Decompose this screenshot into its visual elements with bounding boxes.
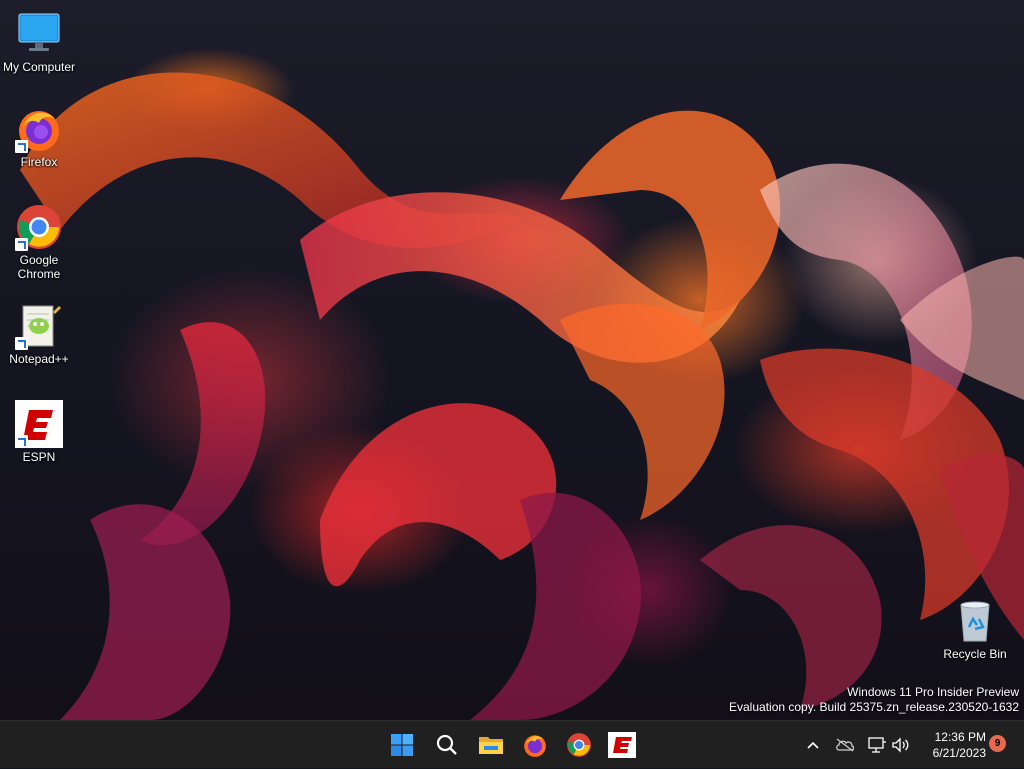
desktop-icon-firefox[interactable]: Firefox <box>1 105 77 169</box>
desktop-icon-label: Recycle Bin <box>943 647 1007 661</box>
clock[interactable]: 12:36 PM 6/21/2023 <box>933 729 986 761</box>
shortcut-arrow-icon <box>15 435 28 448</box>
wallpaper <box>20 72 1024 720</box>
recycle-bin-icon <box>951 597 999 645</box>
file-explorer-icon <box>479 737 503 754</box>
espn-icon <box>608 732 636 758</box>
desktop: My Computer Firefox Google Chrome Notepa… <box>0 0 1024 720</box>
shortcut-arrow-icon <box>15 337 28 350</box>
start-icon <box>391 734 413 756</box>
shortcut-arrow-icon <box>15 238 28 251</box>
desktop-icon-label: Notepad++ <box>9 352 69 366</box>
volume-icon <box>892 737 909 753</box>
start-button[interactable] <box>384 727 420 763</box>
shortcut-arrow-icon <box>15 140 28 153</box>
clock-date: 6/21/2023 <box>932 746 986 760</box>
volume-tray-button[interactable] <box>889 721 913 769</box>
taskbar-search-button[interactable] <box>429 727 465 763</box>
onedrive-tray-button[interactable] <box>832 721 858 769</box>
desktop-icon-recycle-bin[interactable]: Recycle Bin <box>937 597 1013 661</box>
taskbar-firefox[interactable] <box>517 727 553 763</box>
desktop-icon-label: ESPN <box>22 450 56 464</box>
firefox-icon <box>524 735 546 757</box>
windows-watermark: Windows 11 Pro Insider Preview Evaluatio… <box>729 685 1019 715</box>
watermark-line-1: Windows 11 Pro Insider Preview <box>847 685 1019 699</box>
desktop-icon-label: Firefox <box>20 155 58 169</box>
desktop-icon-notepadpp[interactable]: Notepad++ <box>1 302 77 366</box>
network-tray-button[interactable] <box>864 721 890 769</box>
notepadpp-icon <box>15 302 63 350</box>
notification-badge[interactable]: 9 <box>989 735 1006 752</box>
watermark-line-2: Evaluation copy. Build 25375.zn_release.… <box>729 700 1019 714</box>
monitor-icon <box>15 10 63 58</box>
taskbar-file-explorer[interactable] <box>473 727 509 763</box>
desktop-icon-chrome[interactable]: Google Chrome <box>1 203 77 281</box>
chrome-icon <box>15 203 63 251</box>
onedrive-icon <box>836 738 855 752</box>
espn-icon <box>15 400 63 448</box>
taskbar-chrome[interactable] <box>561 727 597 763</box>
desktop-icon-espn[interactable]: ESPN <box>1 400 77 464</box>
search-icon <box>436 734 457 755</box>
show-hidden-icons-button[interactable] <box>801 721 825 769</box>
desktop-icon-label: My Computer <box>2 60 76 74</box>
network-icon <box>868 737 886 753</box>
firefox-icon <box>15 105 63 153</box>
taskbar: 12:36 PM 6/21/2023 <box>0 720 1024 768</box>
chevron-up-icon <box>807 741 819 749</box>
taskbar-espn[interactable] <box>604 727 640 763</box>
desktop-icon-label: Google Chrome <box>17 253 61 281</box>
clock-time: 12:36 PM <box>934 730 986 744</box>
desktop-icon-my-computer[interactable]: My Computer <box>1 10 77 74</box>
chrome-icon <box>567 733 591 757</box>
